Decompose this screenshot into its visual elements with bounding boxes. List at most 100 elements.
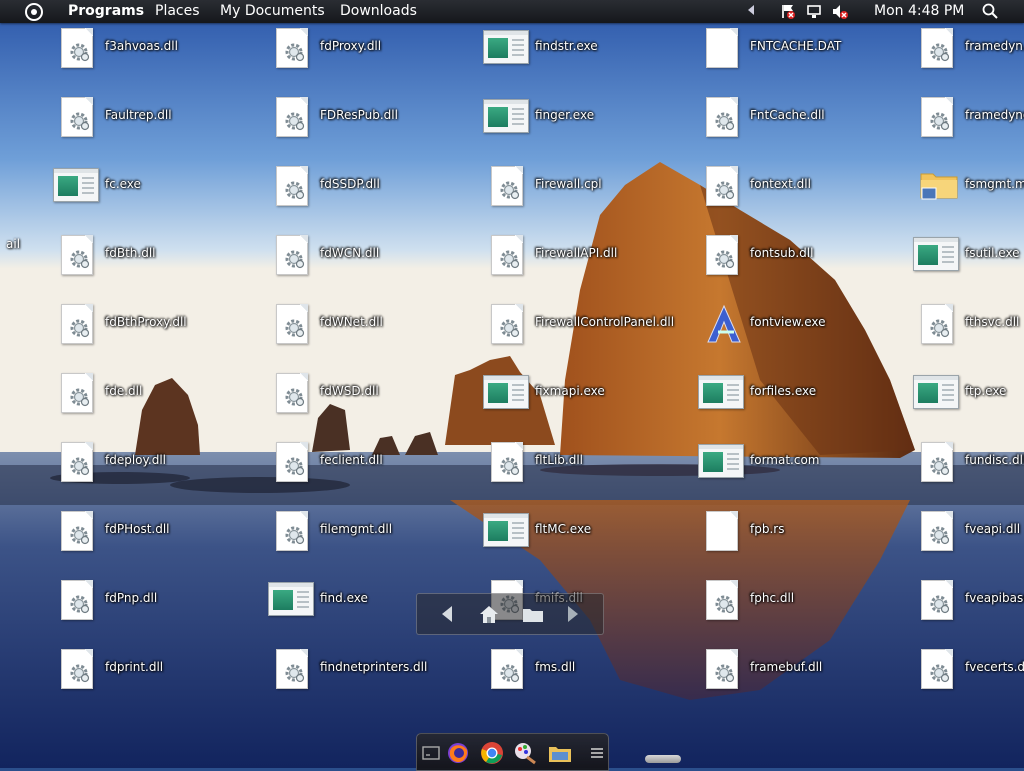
desktop-icon[interactable]: Faultrep.dll	[59, 95, 269, 143]
desktop-icon-label: fixmapi.exe	[535, 384, 605, 398]
desktop-icon[interactable]: ftp.exe	[913, 371, 1024, 419]
firefox-icon[interactable]	[446, 741, 470, 765]
desktop-icon[interactable]: fveapibase.dll	[919, 578, 1024, 626]
desktop-icon-label: fdPHost.dll	[105, 522, 170, 536]
desktop-icon[interactable]: framebuf.dll	[704, 647, 914, 695]
folder-icon[interactable]	[521, 602, 545, 626]
desktop-icon-label: findstr.exe	[535, 39, 598, 53]
desktop-icon[interactable]: fontext.dll	[704, 164, 914, 212]
desktop-icon[interactable]: fltMC.exe	[483, 509, 699, 557]
desktop-icon[interactable]: fdBthProxy.dll	[59, 302, 269, 350]
desktop-icon[interactable]: format.com	[698, 440, 914, 488]
executable-window-icon	[483, 509, 529, 553]
file-navigation-overlay	[416, 593, 604, 635]
dll-gear-file-icon	[919, 578, 959, 622]
desktop-icon[interactable]: fontsub.dll	[704, 233, 914, 281]
desktop-icon[interactable]: fdPHost.dll	[59, 509, 269, 557]
desktop-icon[interactable]: FDResPub.dll	[274, 95, 484, 143]
downloads-menu[interactable]: Downloads	[340, 3, 417, 20]
flag-alert-icon[interactable]	[780, 3, 796, 20]
desktop-icon[interactable]: finger.exe	[483, 95, 699, 143]
desktop-icon[interactable]: fdWCN.dll	[274, 233, 484, 281]
desktop-icon[interactable]: fthsvc.dll	[919, 302, 1024, 350]
home-icon[interactable]	[477, 602, 501, 626]
desktop-icon-label: f3ahvoas.dll	[105, 39, 178, 53]
dll-gear-file-icon	[704, 647, 744, 691]
executable-window-icon	[913, 371, 959, 415]
paint-icon[interactable]	[513, 741, 537, 765]
system-logo-icon[interactable]	[25, 3, 43, 21]
clock[interactable]: Mon 4:48 PM	[874, 3, 964, 20]
desktop-icon-label: filemgmt.dll	[320, 522, 393, 536]
desktop-icon[interactable]: fdWNet.dll	[274, 302, 484, 350]
desktop-icon[interactable]: fdWSD.dll	[274, 371, 484, 419]
desktop-icon-label: finger.exe	[535, 108, 595, 122]
desktop-icon-label: fveapibase.dll	[965, 591, 1024, 605]
desktop-icon[interactable]: fc.exe	[53, 164, 269, 212]
dll-gear-file-icon	[919, 302, 959, 346]
desktop-icon[interactable]: fdProxy.dll	[274, 26, 484, 74]
desktop-icon[interactable]: FirewallControlPanel.dll	[489, 302, 699, 350]
desktop-icon[interactable]: fdPnp.dll	[59, 578, 269, 626]
back-arrow-icon[interactable]	[435, 602, 459, 626]
file-manager-icon[interactable]	[548, 741, 572, 765]
dll-gear-file-icon	[704, 233, 744, 277]
my-documents-menu[interactable]: My Documents	[220, 3, 325, 20]
desktop-icon[interactable]: framedynos.dll	[919, 95, 1024, 143]
desktop-icon[interactable]: fundisc.dll	[919, 440, 1024, 488]
places-menu[interactable]: Places	[155, 3, 200, 20]
desktop-icon-label: fpb.rs	[750, 522, 785, 536]
desktop-icon[interactable]: FNTCACHE.DAT	[704, 26, 914, 74]
desktop-icon[interactable]: f3ahvoas.dll	[59, 26, 269, 74]
desktop-icon-label: fltLib.dll	[535, 453, 583, 467]
desktop-icon[interactable]: Firewall.cpl	[489, 164, 699, 212]
desktop-icon[interactable]: framedyn.dll	[919, 26, 1024, 74]
top-panel: Programs Places My Documents Downloads M…	[0, 0, 1024, 23]
desktop-icon[interactable]: fveapi.dll	[919, 509, 1024, 557]
dll-gear-file-icon	[489, 647, 529, 691]
tray-expand-arrow-icon[interactable]	[748, 5, 754, 15]
desktop-icon-label: findnetprinters.dll	[320, 660, 428, 674]
desktop-icon[interactable]: fpb.rs	[704, 509, 914, 557]
desktop-icon[interactable]: fsmgmt.msc	[919, 164, 1024, 212]
terminal-icon[interactable]	[419, 741, 443, 765]
dll-gear-file-icon	[704, 578, 744, 622]
executable-window-icon	[483, 371, 529, 415]
dock-drag-handle[interactable]	[645, 755, 681, 763]
desktop-icon[interactable]: fdBth.dll	[59, 233, 269, 281]
desktop-icon[interactable]: fvecerts.dll	[919, 647, 1024, 695]
desktop-icon[interactable]: fontview.exe	[704, 302, 914, 350]
desktop-icon[interactable]: fsutil.exe	[913, 233, 1024, 281]
search-icon[interactable]	[982, 3, 998, 19]
programs-menu[interactable]: Programs	[68, 3, 144, 20]
desktop-icon[interactable]: fdprint.dll	[59, 647, 269, 695]
display-icon[interactable]	[806, 3, 822, 20]
desktop-icon-label: feclient.dll	[320, 453, 383, 467]
chrome-icon[interactable]	[480, 741, 504, 765]
dll-gear-file-icon	[274, 164, 314, 208]
desktop-icon-label: fvecerts.dll	[965, 660, 1024, 674]
desktop-icon-label: framedyn.dll	[965, 39, 1024, 53]
blank-document-icon	[704, 509, 744, 553]
desktop-icon-label: find.exe	[320, 591, 368, 605]
dll-gear-file-icon	[59, 302, 99, 346]
desktop-icon[interactable]: fltLib.dll	[489, 440, 699, 488]
desktop-icon[interactable]: fixmapi.exe	[483, 371, 699, 419]
volume-muted-icon[interactable]	[832, 3, 848, 20]
desktop-icon[interactable]: fdSSDP.dll	[274, 164, 484, 212]
desktop-icon[interactable]: fdeploy.dll	[59, 440, 269, 488]
desktop-icon[interactable]: FirewallAPI.dll	[489, 233, 699, 281]
desktop-icon-label: fdProxy.dll	[320, 39, 382, 53]
desktop-icon[interactable]: findstr.exe	[483, 26, 699, 74]
desktop-icon[interactable]: FntCache.dll	[704, 95, 914, 143]
desktop-icon[interactable]: findnetprinters.dll	[274, 647, 484, 695]
menu-icon[interactable]	[585, 741, 609, 765]
desktop-icon[interactable]: feclient.dll	[274, 440, 484, 488]
desktop-icon[interactable]: fphc.dll	[704, 578, 914, 626]
desktop-icon-label: fdeploy.dll	[105, 453, 167, 467]
desktop-icon[interactable]: forfiles.exe	[698, 371, 914, 419]
desktop-icon[interactable]: fms.dll	[489, 647, 699, 695]
desktop-icon[interactable]: fde.dll	[59, 371, 269, 419]
forward-arrow-icon[interactable]	[561, 602, 585, 626]
desktop-icon[interactable]: filemgmt.dll	[274, 509, 484, 557]
